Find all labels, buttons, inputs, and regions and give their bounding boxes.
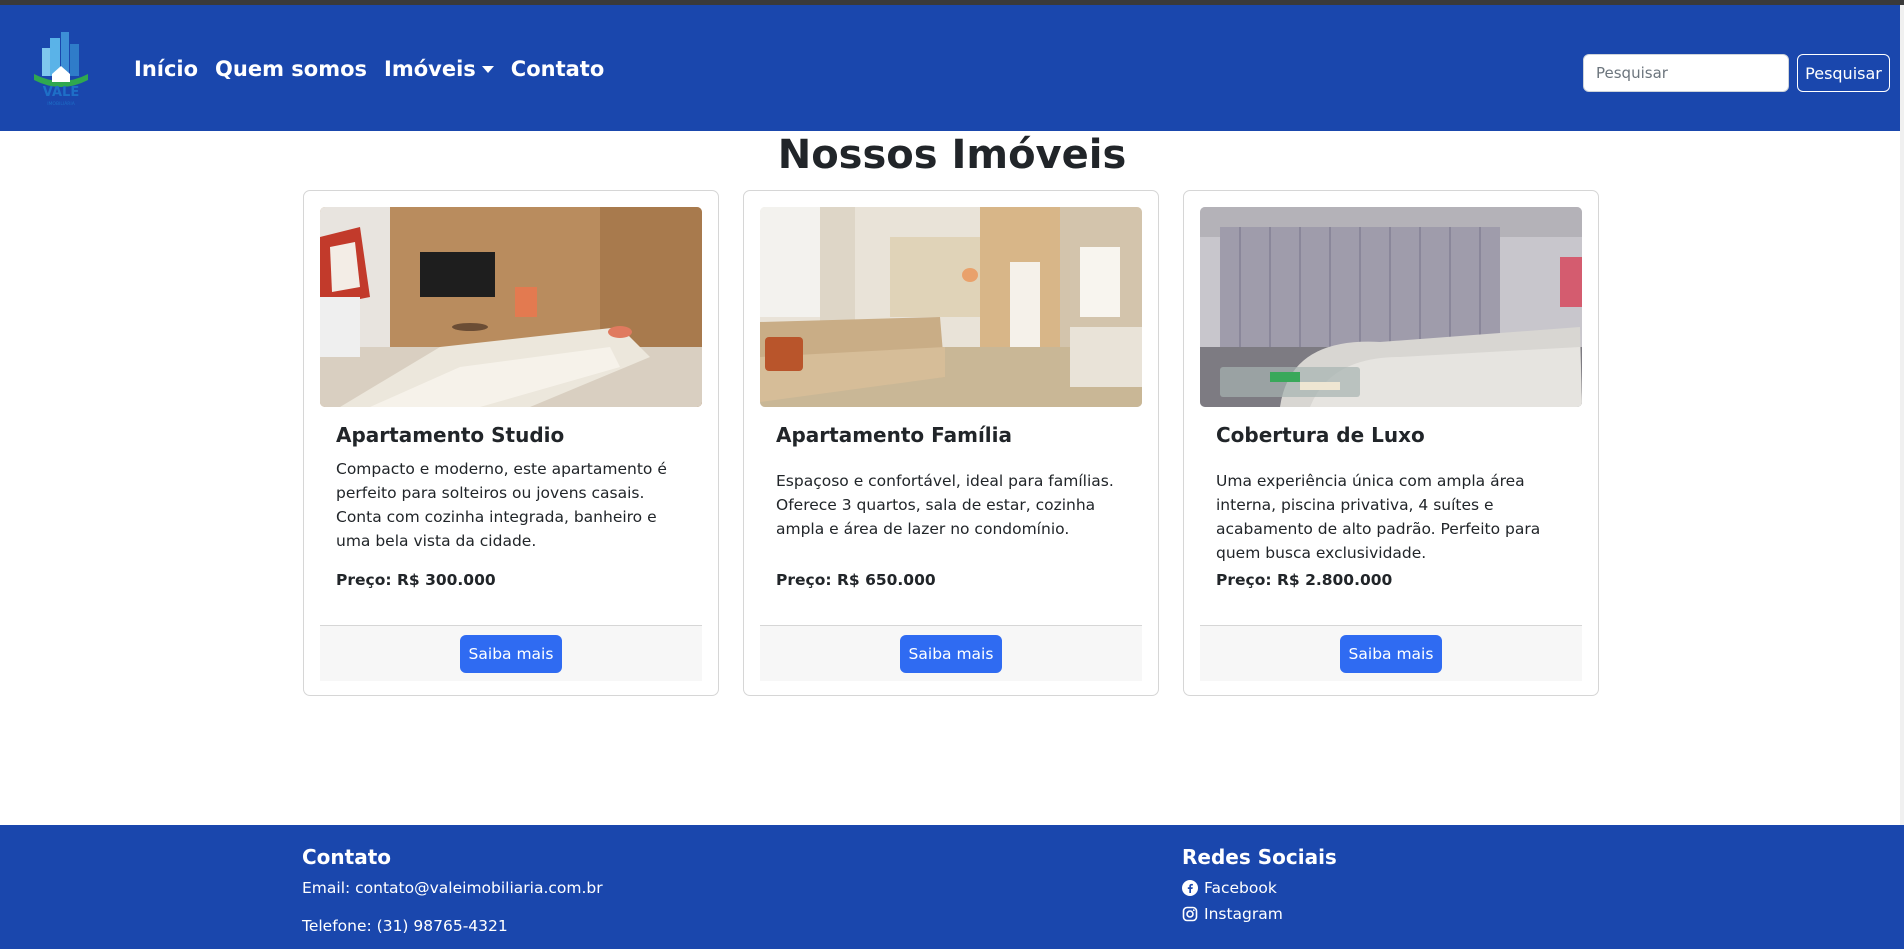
property-price: Preço: R$ 650.000 xyxy=(776,571,936,589)
nav-link-inicio[interactable]: Início xyxy=(134,57,198,81)
property-title: Apartamento Studio xyxy=(336,423,565,447)
svg-text:VALE: VALE xyxy=(43,85,79,100)
instagram-link[interactable]: Instagram xyxy=(1182,905,1337,923)
footer-contact-heading: Contato xyxy=(302,845,392,869)
card-footer: Saiba mais xyxy=(760,625,1142,681)
svg-text:IMOBILIÁRIA: IMOBILIÁRIA xyxy=(47,100,76,107)
property-title: Apartamento Família xyxy=(776,423,1013,447)
instagram-icon xyxy=(1182,906,1198,922)
saiba-mais-button-cobertura[interactable]: Saiba mais xyxy=(1340,635,1442,673)
brand-logo[interactable]: VALE IMOBILIÁRIA xyxy=(30,30,92,112)
main-nav: Início Quem somos Imóveis Contato xyxy=(134,57,621,81)
chevron-down-icon xyxy=(481,65,494,73)
card-footer: Saiba mais xyxy=(1200,625,1582,681)
property-image-familia xyxy=(760,207,1142,407)
property-card-studio: Apartamento Studio Compacto e moderno, e… xyxy=(303,190,719,696)
site-footer: Contato Email: contato@valeimobiliaria.c… xyxy=(0,825,1904,949)
property-card-familia: Apartamento Família Espaçoso e confortáv… xyxy=(743,190,1159,696)
navbar: VALE IMOBILIÁRIA Início Quem somos Imóve… xyxy=(0,5,1904,131)
property-price: Preço: R$ 300.000 xyxy=(336,571,496,589)
footer-phone: Telefone: (31) 98765-4321 xyxy=(302,917,508,935)
card-footer: Saiba mais xyxy=(320,625,702,681)
property-title: Cobertura de Luxo xyxy=(1216,423,1425,447)
footer-social-heading: Redes Sociais xyxy=(1182,845,1337,869)
search-input[interactable]: Pesquisar xyxy=(1583,54,1789,92)
saiba-mais-button-familia[interactable]: Saiba mais xyxy=(900,635,1002,673)
property-description: Uma experiência única com ampla área int… xyxy=(1216,472,1541,562)
nav-link-quem-somos[interactable]: Quem somos xyxy=(215,57,367,81)
saiba-mais-button-studio[interactable]: Saiba mais xyxy=(460,635,562,673)
page-title: Nossos Imóveis xyxy=(777,132,1127,178)
facebook-label: Facebook xyxy=(1204,879,1277,897)
facebook-icon xyxy=(1182,880,1198,896)
property-description: Espaçoso e confortável, ideal para famíl… xyxy=(776,472,1114,538)
footer-social: Redes Sociais Facebook Instagram xyxy=(1182,845,1337,923)
property-image-cobertura xyxy=(1200,207,1582,407)
property-image-studio xyxy=(320,207,702,407)
footer-email: Email: contato@valeimobiliaria.com.br xyxy=(302,879,603,897)
nav-dropdown-imoveis-label: Imóveis xyxy=(384,57,476,81)
nav-dropdown-imoveis[interactable]: Imóveis xyxy=(384,57,494,81)
facebook-link[interactable]: Facebook xyxy=(1182,879,1337,897)
instagram-label: Instagram xyxy=(1204,905,1283,923)
property-card-cobertura: Cobertura de Luxo Uma experiência única … xyxy=(1183,190,1599,696)
nav-link-contato[interactable]: Contato xyxy=(511,57,604,81)
footer-contact: Contato Email: contato@valeimobiliaria.c… xyxy=(302,845,603,935)
property-price: Preço: R$ 2.800.000 xyxy=(1216,571,1393,589)
property-description: Compacto e moderno, este apartamento é p… xyxy=(336,460,667,550)
search-button[interactable]: Pesquisar xyxy=(1797,54,1890,92)
